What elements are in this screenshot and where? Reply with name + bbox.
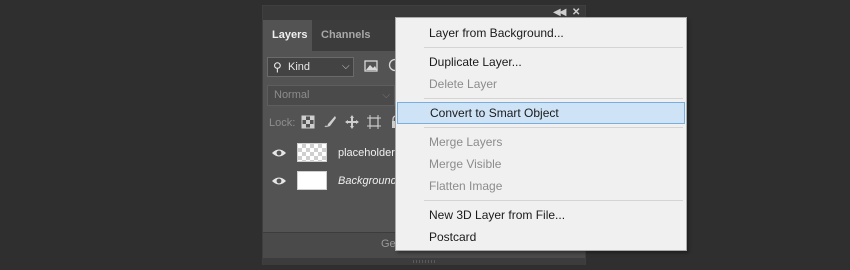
- menu-item-merge-visible[interactable]: Merge Visible: [397, 153, 685, 175]
- menu-item-duplicate-layer[interactable]: Duplicate Layer...: [397, 51, 685, 73]
- menu-item-delete-layer[interactable]: Delete Layer: [397, 73, 685, 95]
- layer-thumbnail: [297, 143, 327, 162]
- lock-label: Lock:: [269, 117, 296, 129]
- blend-mode-select[interactable]: Normal ⌵: [267, 85, 395, 106]
- menu-item-merge-layers[interactable]: Merge Layers: [397, 131, 685, 153]
- menu-item-flatten-image[interactable]: Flatten Image: [397, 175, 685, 197]
- layer-name: placeholder: [338, 147, 395, 159]
- lock-artboard-icon[interactable]: [367, 115, 381, 129]
- layer-filter-kind-select[interactable]: ⚲ Kind ⌵: [267, 57, 354, 77]
- blend-mode-value: Normal: [274, 89, 310, 101]
- tab-channels[interactable]: Channels: [312, 20, 380, 51]
- filter-kind-label: Kind: [288, 61, 311, 73]
- lock-image-pixels-icon[interactable]: [323, 115, 337, 129]
- footer-text: Ge: [381, 238, 396, 250]
- filter-pixel-layers-icon[interactable]: [364, 59, 378, 73]
- menu-separator: [424, 47, 683, 48]
- chevron-down-icon: ⌵: [342, 61, 350, 72]
- search-icon: ⚲: [273, 60, 282, 74]
- panel-resize-edge[interactable]: [263, 258, 585, 265]
- chevron-down-icon: ⌵: [382, 90, 390, 101]
- tab-layers[interactable]: Layers: [263, 20, 312, 51]
- menu-item-new-3d-layer-from-file[interactable]: New 3D Layer from File...: [397, 204, 685, 226]
- menu-item-convert-to-smart-object[interactable]: Convert to Smart Object: [397, 102, 685, 124]
- eye-icon[interactable]: [271, 176, 287, 186]
- menu-item-layer-from-background[interactable]: Layer from Background...: [397, 22, 685, 44]
- resize-grip-icon[interactable]: [413, 260, 435, 263]
- layer-thumbnail: [297, 171, 327, 190]
- menu-separator: [424, 127, 683, 128]
- menu-item-postcard[interactable]: Postcard: [397, 226, 685, 248]
- lock-position-icon[interactable]: [345, 115, 359, 129]
- layer-name: Background: [338, 175, 397, 187]
- menu-separator: [424, 98, 683, 99]
- menu-separator: [424, 200, 683, 201]
- layer-context-menu: Layer from Background... Duplicate Layer…: [395, 17, 687, 251]
- lock-transparent-pixels-icon[interactable]: [301, 115, 315, 129]
- eye-icon[interactable]: [271, 148, 287, 158]
